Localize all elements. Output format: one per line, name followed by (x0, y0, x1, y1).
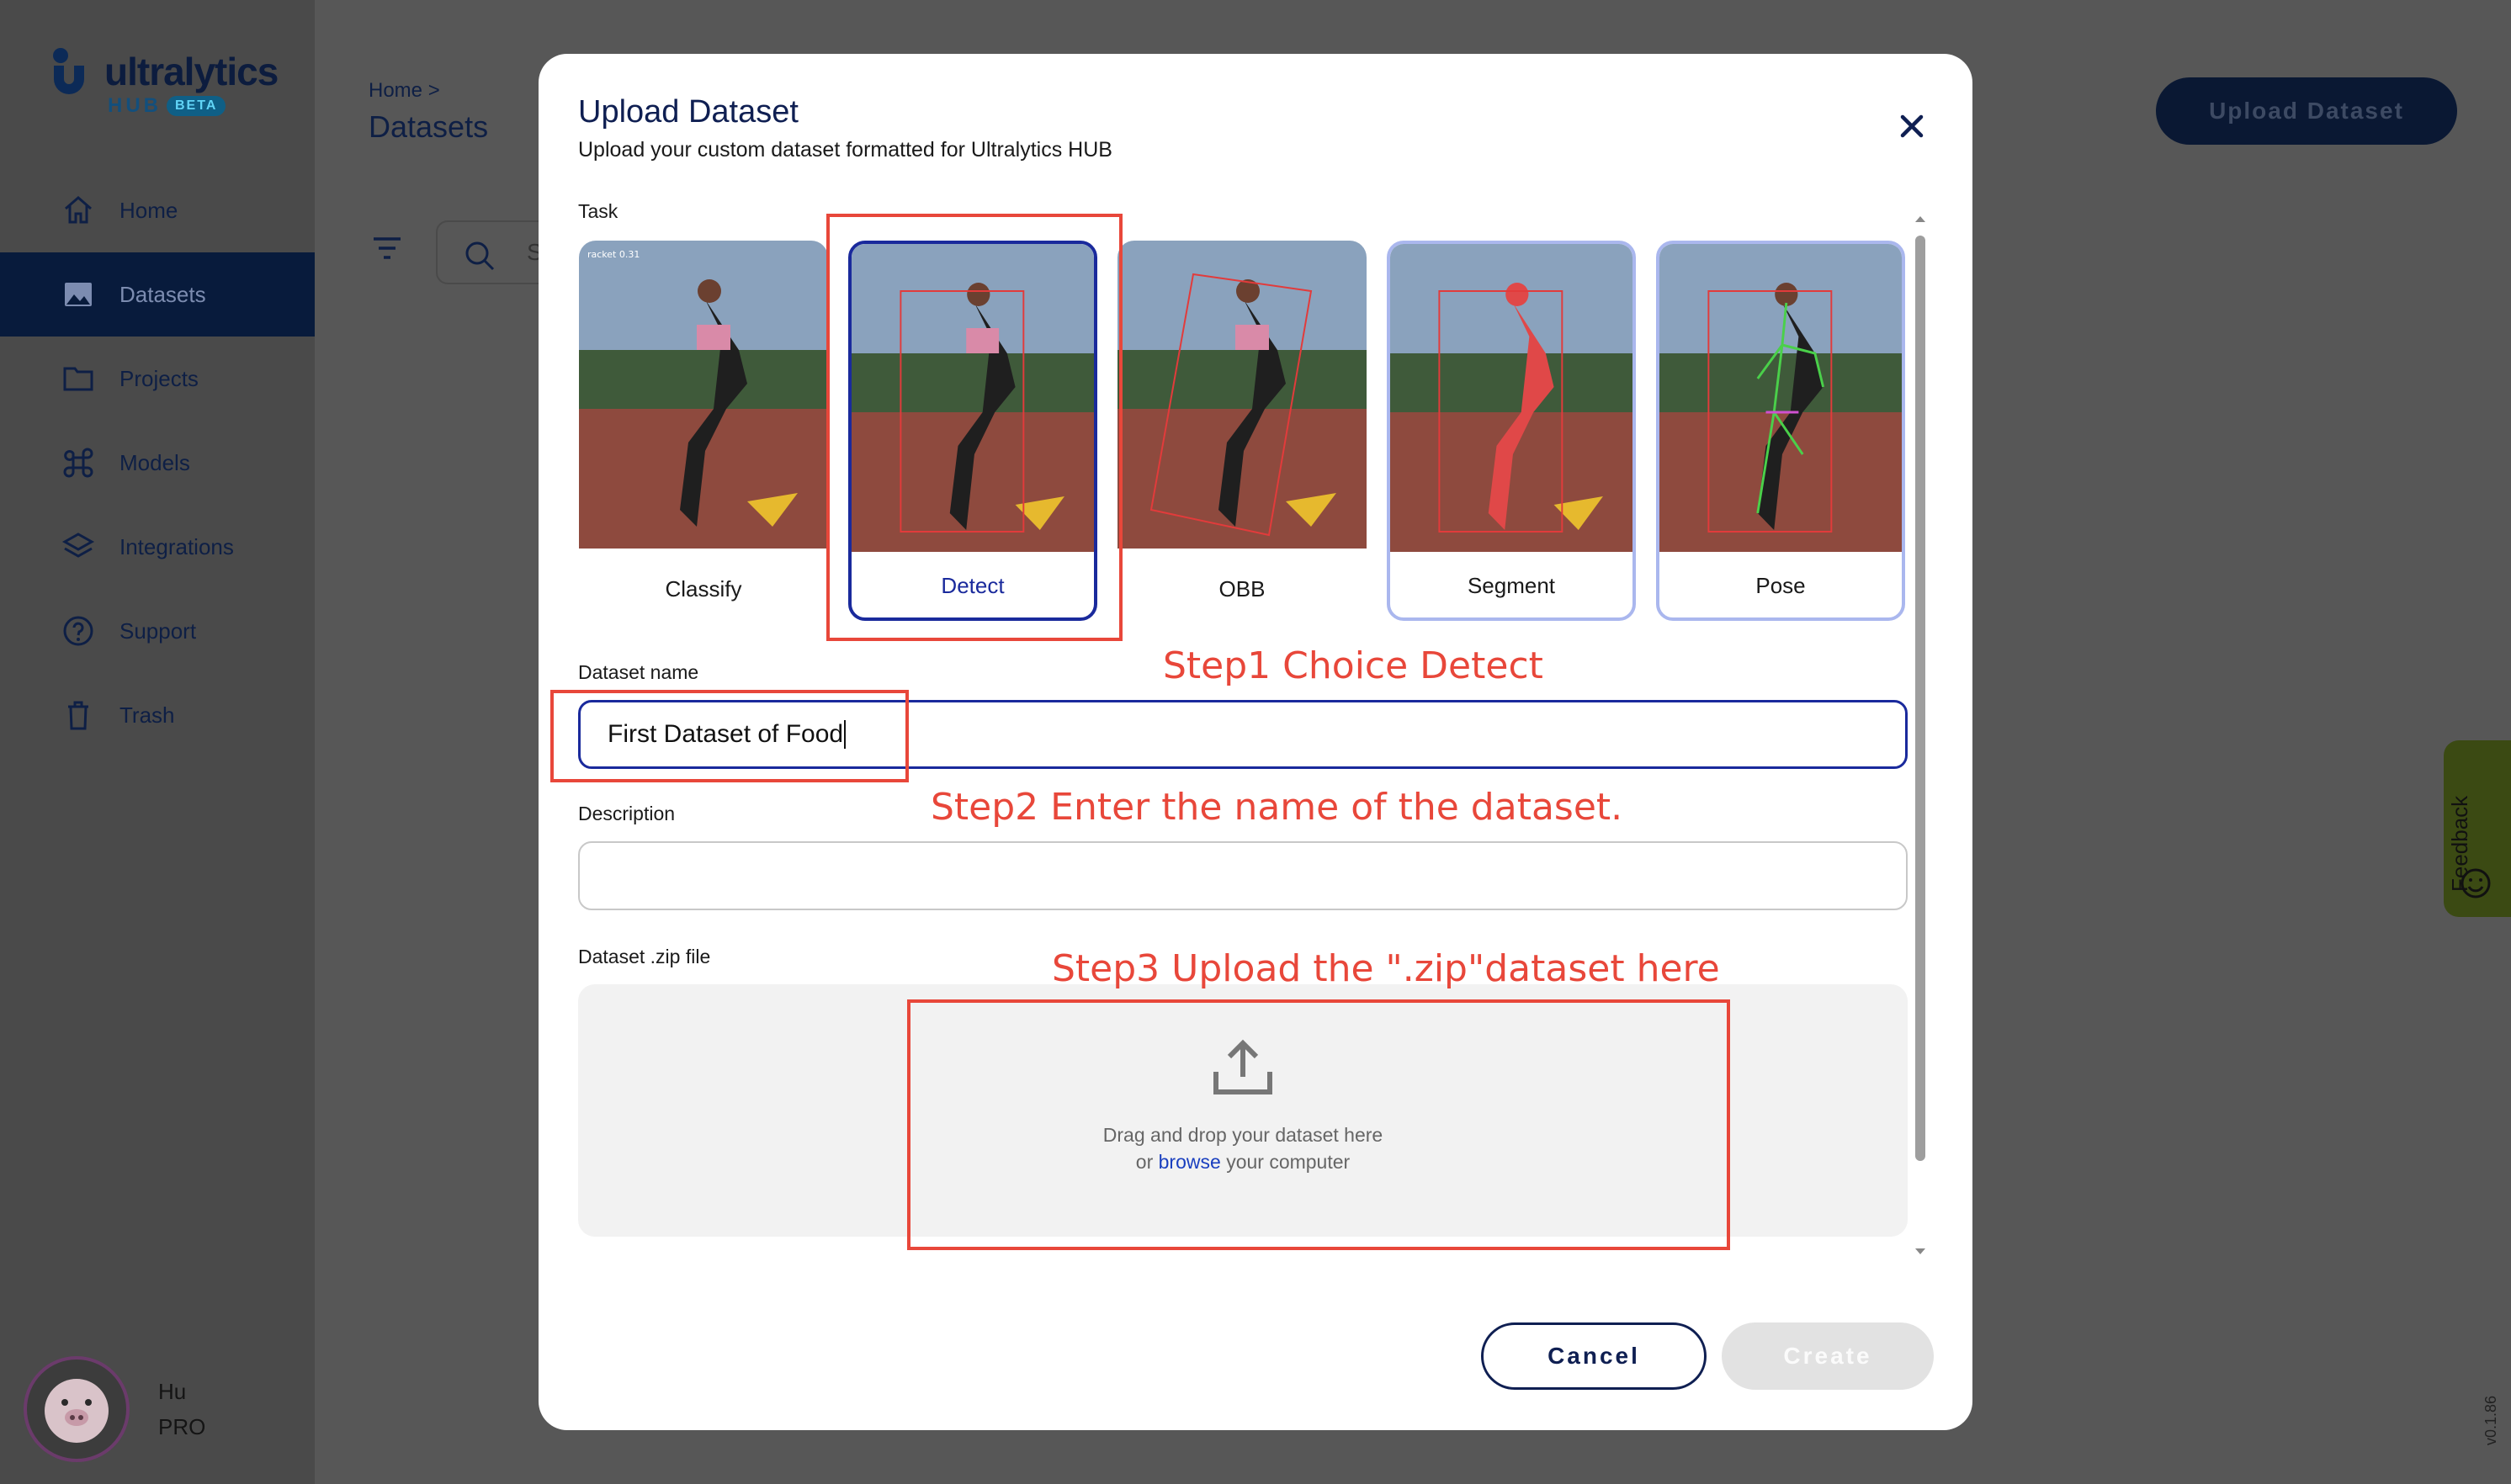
pig-avatar-icon (45, 1379, 109, 1443)
ultralytics-logo-icon (53, 48, 84, 94)
task-card-classify[interactable]: racket 0.31 Classify (579, 241, 828, 621)
sidebar-item-trash[interactable]: Trash (0, 673, 315, 757)
upload-dataset-modal: Upload Dataset Upload your custom datase… (539, 54, 1972, 1430)
svg-text:racket 0.31: racket 0.31 (587, 249, 640, 260)
sidebar-item-label: Support (119, 617, 197, 644)
text-caret (844, 720, 847, 749)
annotation-step3: Step3 Upload the ".zip"dataset here (1052, 947, 1720, 990)
description-field[interactable] (578, 841, 1908, 910)
logo-wordmark: ultralytics (104, 50, 279, 93)
beta-badge: BETA (167, 96, 226, 116)
sidebar-item-home[interactable]: Home (0, 168, 315, 252)
task-label-classify: Classify (665, 576, 742, 602)
command-icon (61, 445, 96, 480)
filter-icon[interactable] (370, 236, 404, 265)
task-selector: racket 0.31 Classify Detect OBB Segment … (579, 241, 1912, 671)
sidebar-nav: Home Datasets Projects Models Integratio… (0, 168, 315, 757)
avatar (24, 1356, 130, 1462)
modal-title: Upload Dataset (578, 94, 799, 130)
sidebar-item-projects[interactable]: Projects (0, 337, 315, 421)
user-name: Hu (158, 1379, 187, 1404)
file-dropzone[interactable]: Drag and drop your dataset here or brows… (578, 984, 1908, 1237)
sidebar-item-label: Integrations (119, 533, 234, 559)
scroll-up-icon[interactable] (1914, 214, 1927, 224)
sidebar-item-label: Models (119, 449, 190, 475)
scrollbar-thumb[interactable] (1915, 236, 1925, 1161)
search-input[interactable]: S (436, 220, 554, 284)
task-label-obb: OBB (1218, 576, 1266, 602)
sidebar-item-label: Trash (119, 702, 175, 728)
layers-icon (61, 529, 96, 564)
trash-icon (61, 697, 96, 733)
sidebar-item-integrations[interactable]: Integrations (0, 505, 315, 589)
close-button[interactable] (1888, 103, 1935, 150)
task-card-pose[interactable]: Pose (1656, 241, 1905, 621)
logo-hub: HUB (108, 94, 162, 117)
browse-link[interactable]: browse (1159, 1151, 1221, 1173)
sidebar-item-support[interactable]: Support (0, 589, 315, 673)
page-title: Datasets (369, 109, 489, 144)
image-icon (61, 277, 96, 312)
user-profile[interactable]: Hu PRO (24, 1356, 205, 1462)
classify-preview-image: racket 0.31 (579, 241, 828, 549)
sidebar: ultralytics HUB BETA Home Datasets Proje… (0, 0, 315, 1484)
task-label: Task (578, 200, 618, 222)
user-plan: PRO (158, 1414, 206, 1439)
task-card-detect[interactable]: Detect (848, 241, 1097, 621)
task-label-segment: Segment (1467, 573, 1556, 598)
segment-preview-image (1390, 244, 1632, 552)
dropzone-or-text: or (1135, 1151, 1154, 1173)
folder-icon (61, 361, 96, 396)
sidebar-item-label: Projects (119, 365, 199, 391)
annotation-step2: Step2 Enter the name of the dataset. (931, 786, 1623, 829)
scroll-down-icon[interactable] (1914, 1247, 1927, 1257)
upload-icon (1213, 1039, 1272, 1094)
dataset-name-label: Dataset name (578, 661, 699, 683)
task-label-pose: Pose (1755, 573, 1806, 598)
annotation-step1: Step1 Choice Detect (1163, 644, 1543, 687)
dropzone-browse-line: or browse your computer (578, 1151, 1908, 1174)
obb-preview-image (1117, 241, 1367, 549)
cancel-button[interactable]: Cancel (1481, 1322, 1707, 1390)
sidebar-item-label: Home (119, 197, 178, 223)
dropzone-instruction: Drag and drop your dataset here (1102, 1124, 1383, 1146)
modal-subtitle: Upload your custom dataset formatted for… (578, 138, 1112, 162)
dataset-name-value: First Dataset of Food (608, 720, 844, 748)
sidebar-item-label: Datasets (119, 281, 206, 307)
create-button[interactable]: Create (1722, 1322, 1934, 1390)
detect-preview-image (852, 244, 1094, 552)
description-label: Description (578, 803, 676, 824)
dropzone-rest-text: your computer (1226, 1151, 1351, 1173)
pose-preview-image (1659, 244, 1902, 552)
version-label: v0.1.86 (2482, 1395, 2499, 1445)
task-label-detect: Detect (941, 573, 1005, 598)
feedback-label: Feedback (2447, 795, 2472, 892)
sidebar-item-models[interactable]: Models (0, 421, 315, 505)
help-icon (61, 613, 96, 649)
zip-file-label: Dataset .zip file (578, 946, 711, 967)
task-card-segment[interactable]: Segment (1387, 241, 1636, 621)
home-icon (61, 193, 96, 228)
ultralytics-logo[interactable]: ultralytics HUB BETA (52, 47, 288, 123)
upload-dataset-button[interactable]: Upload Dataset (2156, 77, 2457, 145)
search-icon (465, 241, 495, 271)
breadcrumb[interactable]: Home > (369, 79, 440, 103)
close-icon (1900, 114, 1924, 138)
task-card-obb[interactable]: OBB (1117, 241, 1367, 621)
sidebar-item-datasets[interactable]: Datasets (0, 252, 315, 337)
dataset-name-field[interactable]: First Dataset of Food (578, 700, 1908, 769)
